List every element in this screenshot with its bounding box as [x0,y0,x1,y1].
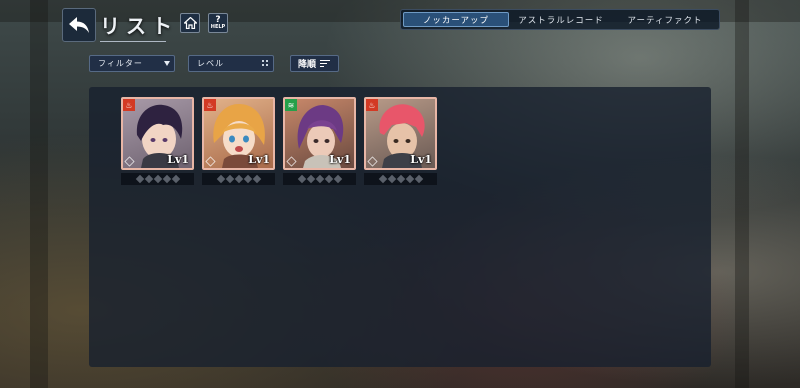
fire-icon: ♨ [204,99,216,111]
sort-descending-icon [320,59,331,68]
rank-diamond-icon [252,174,261,184]
level-text: Lv1 [248,153,270,166]
character-card[interactable]: ♨ Lv1 [364,97,437,185]
rank-diamond-icon [144,174,153,184]
level-text: Lv1 [167,153,189,166]
character-portrait: ♨ Lv1 [364,97,437,170]
rank-diamond-icon [243,174,252,184]
character-portrait: ♨ Lv1 [121,97,194,170]
character-card[interactable]: ♨ Lv1 [121,97,194,185]
fire-icon: ♨ [123,99,135,111]
rank-diamond-icon [234,174,243,184]
rank-bar [202,173,275,185]
rank-bar [121,173,194,185]
background-beam [735,0,749,388]
wind-icon: ≋ [285,99,297,111]
rank-diamond-icon [396,174,405,184]
rank-bar [283,173,356,185]
back-arrow-icon [69,17,89,33]
rank-diamond-icon [225,174,234,184]
help-label: HELP [210,24,226,30]
back-button[interactable] [62,8,96,42]
rank-diamond-icon [387,174,396,184]
rank-bar [364,173,437,185]
rank-diamond-icon [153,174,162,184]
home-button[interactable] [180,13,200,33]
fire-icon: ♨ [366,99,378,111]
rank-diamond-icon [378,174,387,184]
page-title: リスト [100,10,178,42]
home-icon [183,17,197,29]
rank-diamond-icon [171,174,180,184]
sort-order-label: 降順 [298,60,317,70]
filter-dropdown[interactable]: フィルター [89,55,175,72]
level-sort-dropdown[interactable]: レベル [188,55,274,72]
help-button[interactable]: ? HELP [208,13,228,33]
background-beam [30,0,48,388]
tab-astral-record[interactable]: アストラルレコード [509,12,613,27]
level-text: Lv1 [410,153,432,166]
filter-label: フィルター [98,59,143,68]
rank-diamond-icon [297,174,306,184]
sort-order-button[interactable]: 降順 [290,55,339,72]
page-title-text: リスト [100,14,178,38]
rank-diamond-icon [162,174,171,184]
rank-diamond-icon [324,174,333,184]
category-tabs: ノッカーアップ アストラルレコード アーティファクト [400,9,720,30]
rank-diamond-icon [135,174,144,184]
character-portrait: ≋ Lv1 [283,97,356,170]
character-card[interactable]: ≋ Lv1 [283,97,356,185]
rank-diamond-icon [405,174,414,184]
rank-diamond-icon [333,174,342,184]
level-label: レベル [197,59,224,68]
tab-artifact[interactable]: アーティファクト [613,12,717,27]
character-card[interactable]: ♨ Lv1 [202,97,275,185]
tab-knocker-up[interactable]: ノッカーアップ [403,12,509,27]
rank-diamond-icon [216,174,225,184]
character-portrait: ♨ Lv1 [202,97,275,170]
dropdown-triangle-icon [164,61,170,66]
title-underline [100,41,166,42]
rank-diamond-icon [414,174,423,184]
level-text: Lv1 [329,153,351,166]
rank-diamond-icon [306,174,315,184]
grid-dots-icon [262,60,269,67]
character-list-panel: ♨ Lv1 ♨ Lv1 ≋ Lv1 ♨ Lv1 [89,87,711,367]
rank-diamond-icon [315,174,324,184]
